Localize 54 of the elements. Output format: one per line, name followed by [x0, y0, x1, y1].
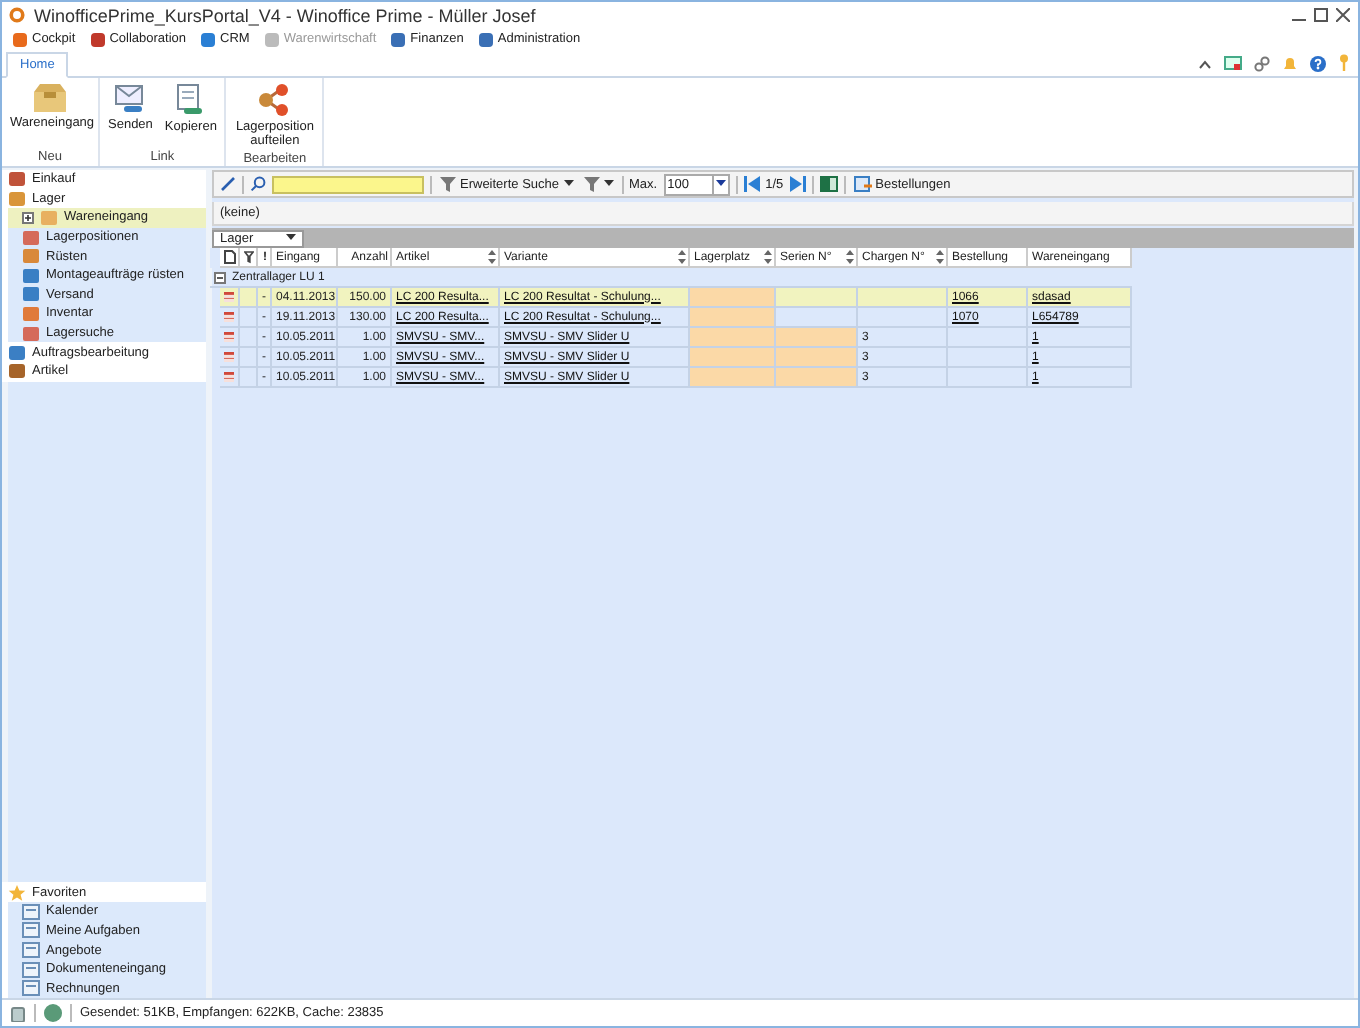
column-header[interactable]	[240, 248, 258, 268]
search-icon[interactable]	[250, 176, 266, 192]
document-link-icon	[176, 84, 205, 116]
filter-icon	[583, 176, 599, 192]
maximize-icon[interactable]	[1314, 8, 1328, 22]
module-icon	[12, 31, 28, 47]
window-title: WinofficePrime_KursPortal_V4 - Winoffice Prime - Müller Josef	[34, 5, 536, 25]
spreadsheet-icon[interactable]	[819, 176, 838, 192]
caret-icon	[715, 180, 726, 188]
caret-icon	[286, 234, 296, 242]
split-icon	[256, 84, 293, 116]
close-icon[interactable]	[1336, 8, 1350, 22]
filter-icon	[440, 176, 456, 192]
module-icon	[390, 31, 407, 47]
expand-icon[interactable]	[22, 211, 34, 224]
first-page-icon[interactable]	[743, 176, 760, 192]
app-logo-icon	[8, 6, 26, 24]
document-icon	[22, 980, 40, 997]
document-icon	[224, 250, 236, 264]
caret-icon	[563, 180, 573, 188]
calendar-icon	[224, 350, 234, 364]
module-icon	[477, 31, 494, 47]
calendar-icon	[224, 290, 234, 304]
sort-icon	[488, 250, 496, 264]
sort-icon	[936, 250, 944, 264]
search-field[interactable]	[272, 175, 424, 193]
caret-icon	[603, 180, 613, 188]
collapse-icon[interactable]	[214, 271, 226, 283]
document-icon	[22, 961, 40, 978]
help-icon[interactable]	[1310, 56, 1326, 72]
sort-icon	[846, 250, 854, 264]
filter-icon	[244, 250, 254, 264]
filter-menu-button[interactable]	[581, 176, 615, 192]
calendar-icon	[224, 310, 234, 324]
monitor-icon[interactable]	[1224, 56, 1242, 72]
pencil-icon[interactable]	[220, 176, 236, 192]
sort-icon	[764, 250, 772, 264]
document-icon	[22, 903, 40, 920]
star-icon	[8, 883, 26, 902]
module-icon	[263, 31, 280, 47]
status-dot-icon	[44, 1004, 62, 1022]
calendar-icon	[224, 330, 234, 344]
module-icon	[89, 31, 106, 47]
document-icon	[22, 942, 40, 959]
caret-icon[interactable]	[1198, 58, 1212, 72]
sort-icon	[678, 250, 686, 264]
module-icon	[200, 31, 216, 47]
envelope-link-icon	[114, 84, 147, 114]
link-icon[interactable]	[1254, 56, 1270, 72]
document-icon	[22, 922, 40, 939]
box-icon	[32, 84, 68, 112]
last-page-icon[interactable]	[789, 176, 806, 192]
calendar-icon	[224, 370, 234, 384]
column-header[interactable]	[220, 248, 240, 268]
